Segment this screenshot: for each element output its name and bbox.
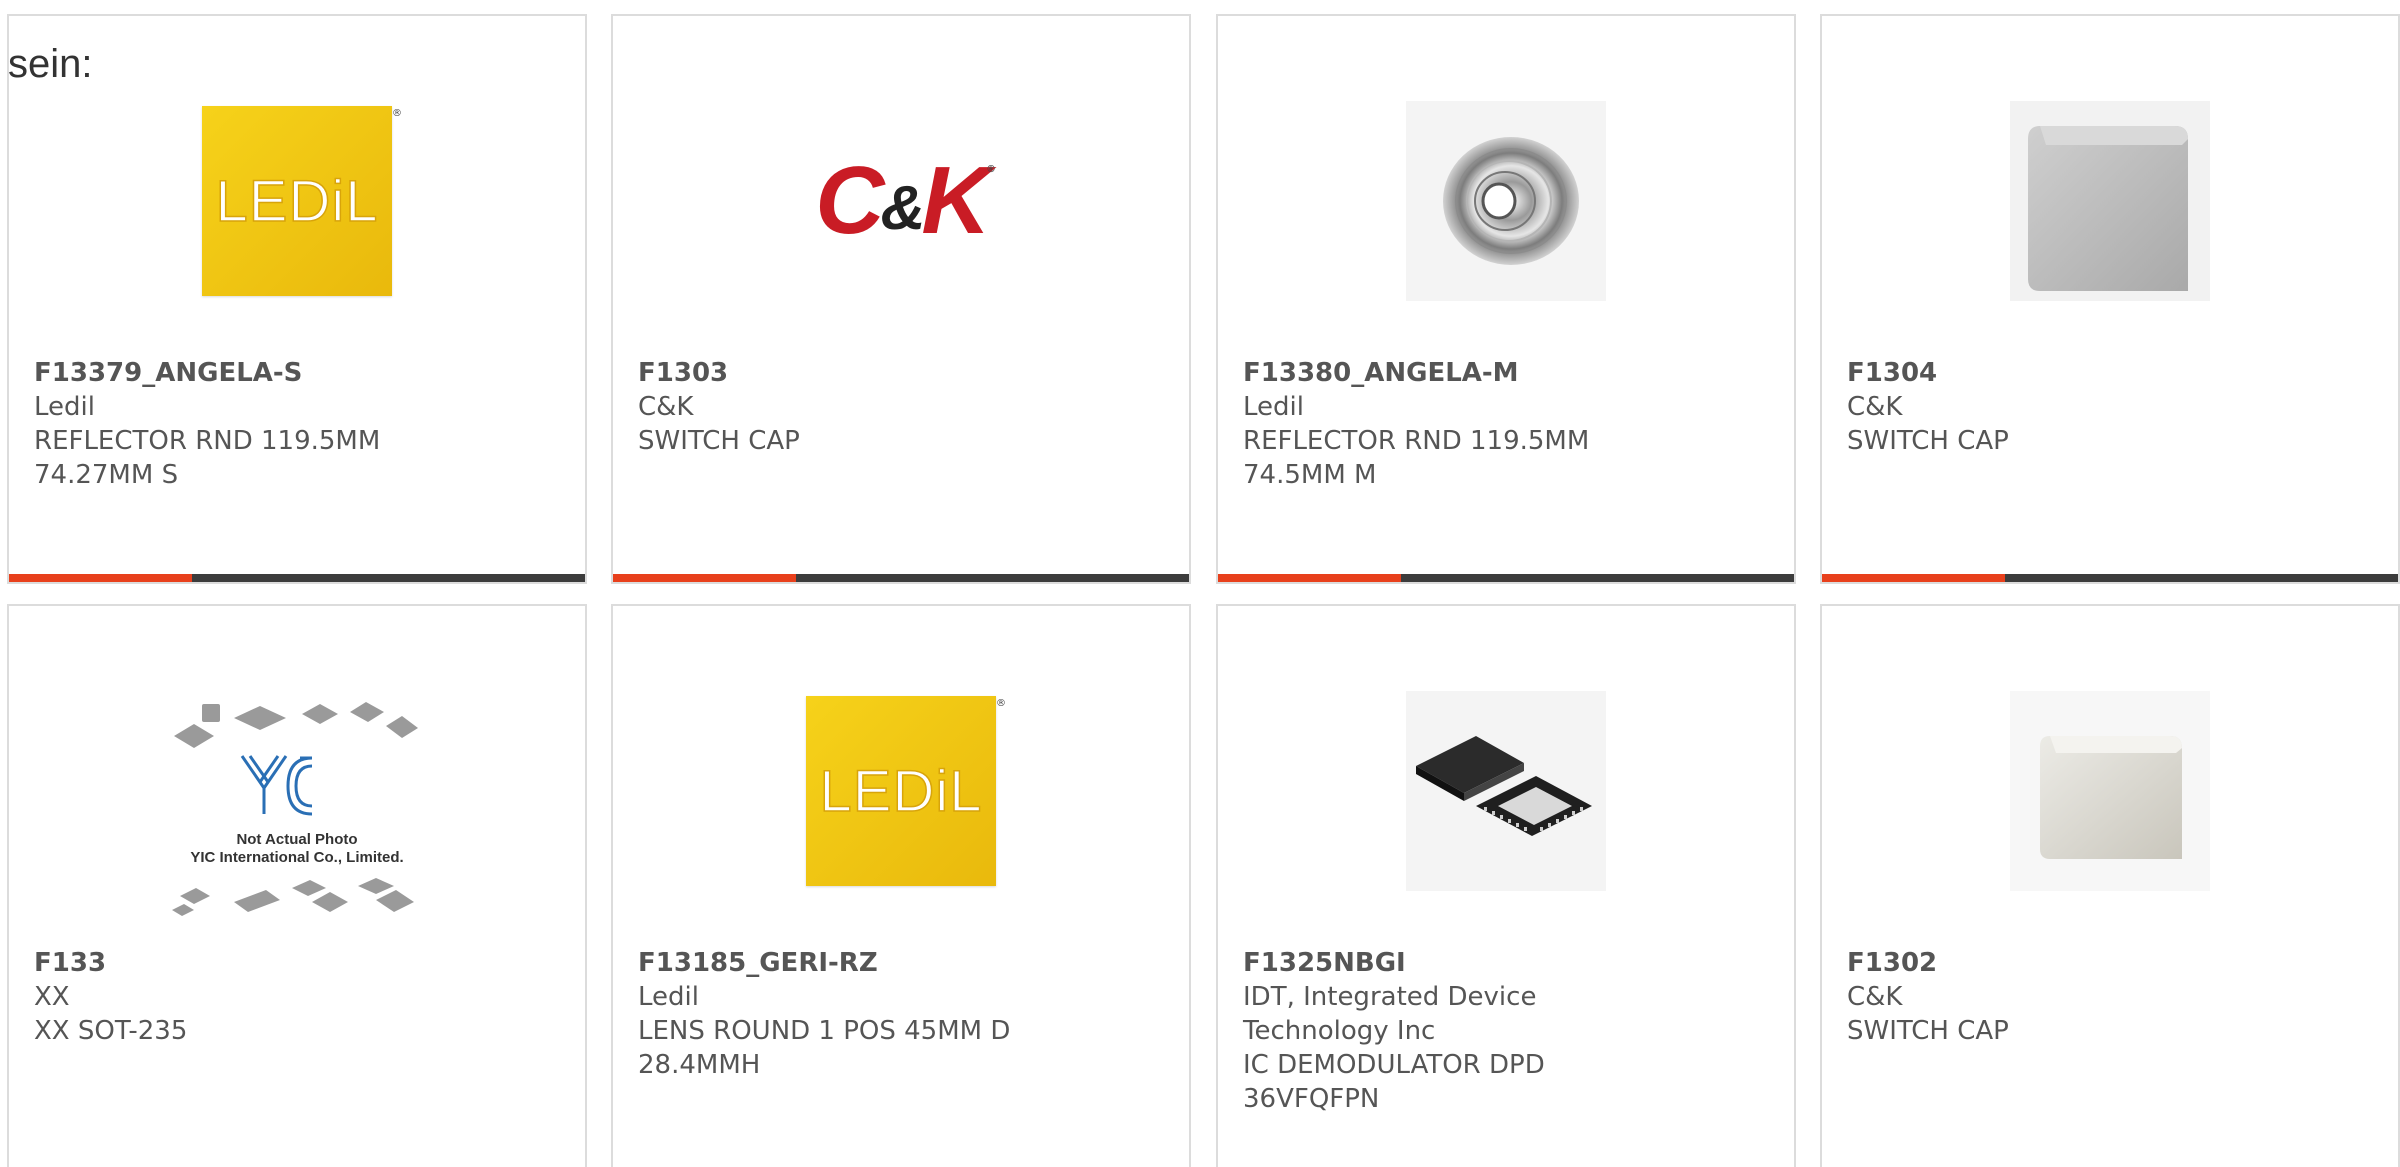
ck-logo-icon: C&K ®	[815, 147, 995, 254]
description-line: XX SOT-235	[34, 1016, 188, 1046]
product-card[interactable]: F1304 C&K SWITCH CAP	[1820, 14, 2400, 584]
part-number-link[interactable]: F1302	[1847, 946, 2367, 980]
brand-label: IDT, Integrated Device	[1243, 982, 1537, 1012]
description-line: 36VFQFPN	[1243, 1084, 1380, 1114]
card-bottom-bar	[9, 574, 585, 582]
product-card[interactable]: F1302 C&K SWITCH CAP	[1820, 604, 2400, 1167]
switch-cap-photo-icon	[2010, 101, 2210, 301]
brand-label: XX	[34, 982, 70, 1012]
part-number-link[interactable]: F13185_GERI-RZ	[638, 946, 1158, 980]
description-line: LENS ROUND 1 POS 45MM D	[638, 1016, 1011, 1046]
brand-label: Technology Inc	[1243, 1016, 1436, 1046]
product-image[interactable]	[1218, 666, 1794, 916]
product-image[interactable]: LEDiL ®	[613, 666, 1189, 916]
switch-cap-photo-icon	[2010, 691, 2210, 891]
ledil-logo-icon: LEDiL ®	[806, 696, 1006, 886]
card-accent-bar	[613, 574, 796, 582]
description-line: REFLECTOR RND 119.5MM	[1243, 426, 1590, 456]
card-bottom-bar	[1822, 574, 2398, 582]
product-image[interactable]	[1822, 76, 2398, 326]
card-accent-bar	[9, 574, 192, 582]
part-number-link[interactable]: F13380_ANGELA-M	[1243, 356, 1763, 390]
ledil-logo-icon: LEDiL ®	[202, 106, 402, 296]
description-line: IC DEMODULATOR DPD	[1243, 1050, 1545, 1080]
description-line: 28.4MMH	[638, 1050, 761, 1080]
description-line: SWITCH CAP	[1847, 426, 2009, 456]
product-image[interactable]: C&K ®	[613, 76, 1189, 326]
part-number-link[interactable]: F13379_ANGELA-S	[34, 356, 554, 390]
brand-label: Ledil	[638, 982, 699, 1012]
part-number-link[interactable]: F1325NBGI	[1243, 946, 1763, 980]
brand-label: C&K	[638, 392, 694, 422]
product-image[interactable]: Not Actual Photo YIC International Co., …	[9, 686, 585, 946]
part-number-link[interactable]: F1304	[1847, 356, 2367, 390]
card-accent-bar	[1822, 574, 2005, 582]
header-fragment: sein:	[8, 42, 93, 86]
product-card[interactable]: LEDiL ® F13379_ANGELA-S Ledil REFLECTOR …	[7, 14, 587, 584]
brand-label: Ledil	[34, 392, 95, 422]
reflector-photo-icon	[1406, 101, 1606, 301]
product-image[interactable]	[1218, 76, 1794, 326]
description-line: SWITCH CAP	[638, 426, 800, 456]
placeholder-note: YIC International Co., Limited.	[190, 849, 403, 866]
brand-label: Ledil	[1243, 392, 1304, 422]
product-card[interactable]: C&K ® F1303 C&K SWITCH CAP	[611, 14, 1191, 584]
product-image[interactable]	[1822, 666, 2398, 916]
description-line: 74.5MM M	[1243, 460, 1377, 490]
product-card[interactable]: LEDiL ® F13185_GERI-RZ Ledil LENS ROUND …	[611, 604, 1191, 1167]
card-accent-bar	[1218, 574, 1401, 582]
card-bottom-bar	[1218, 574, 1794, 582]
product-grid-page: sein: LEDiL ® F13379_ANGELA-S Ledil REFL…	[0, 0, 2400, 1167]
brand-label: C&K	[1847, 982, 1903, 1012]
description-line: 74.27MM S	[34, 460, 179, 490]
placeholder-photo-icon: Not Actual Photo YIC International Co., …	[162, 696, 432, 936]
brand-label: C&K	[1847, 392, 1903, 422]
placeholder-note: Not Actual Photo	[236, 831, 357, 848]
description-line: SWITCH CAP	[1847, 1016, 2009, 1046]
ic-chip-photo-icon	[1406, 691, 1606, 891]
product-card[interactable]: F13380_ANGELA-M Ledil REFLECTOR RND 119.…	[1216, 14, 1796, 584]
product-card[interactable]: F1325NBGI IDT, Integrated Device Technol…	[1216, 604, 1796, 1167]
part-number-link[interactable]: F133	[34, 946, 554, 980]
part-number-link[interactable]: F1303	[638, 356, 1158, 390]
product-image[interactable]: LEDiL ®	[9, 76, 585, 326]
product-card[interactable]: Not Actual Photo YIC International Co., …	[7, 604, 587, 1167]
card-bottom-bar	[613, 574, 1189, 582]
description-line: REFLECTOR RND 119.5MM	[34, 426, 381, 456]
